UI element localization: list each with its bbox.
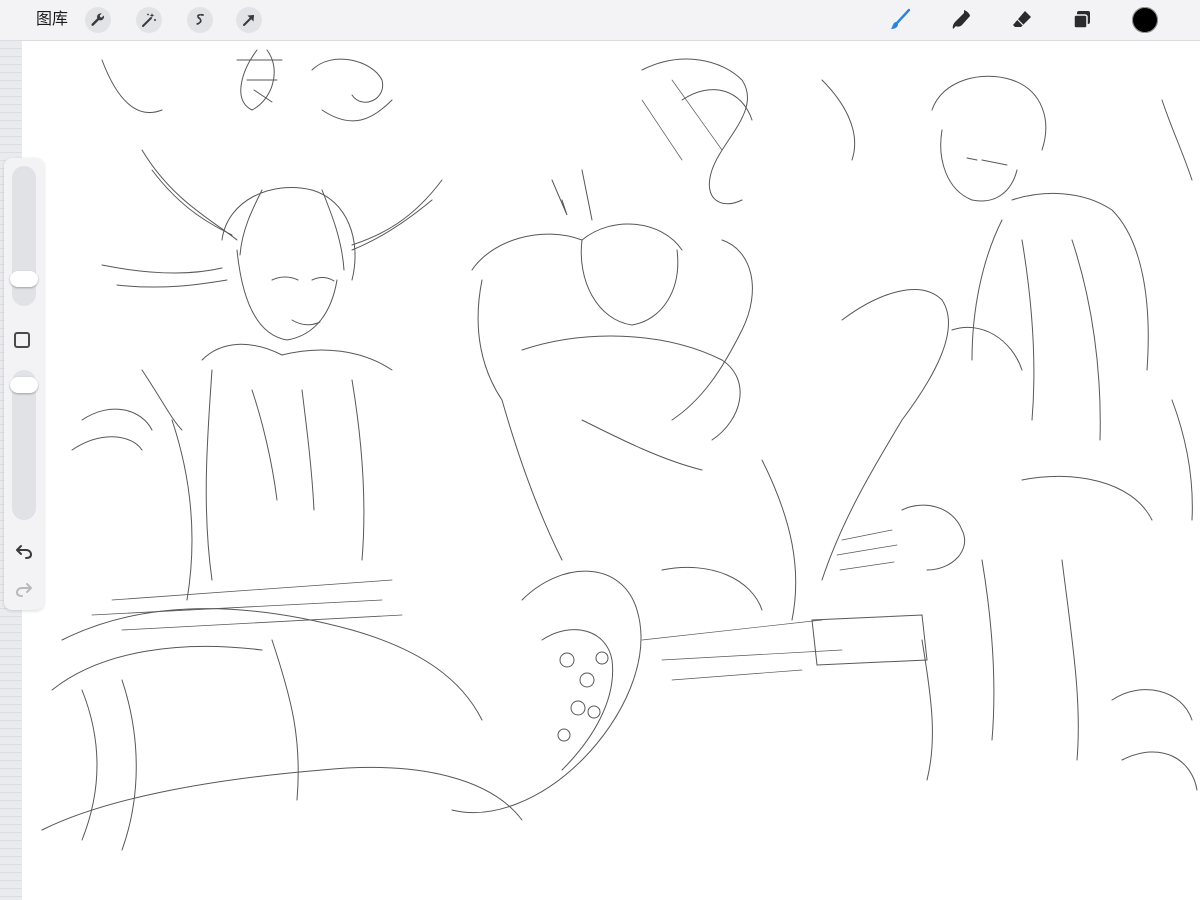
opacity-slider-knob[interactable] — [10, 377, 38, 393]
actions-wrench-icon[interactable] — [85, 7, 111, 33]
brush-size-slider[interactable] — [10, 166, 38, 306]
eraser-icon[interactable] — [1008, 6, 1036, 34]
transform-arrow-icon[interactable] — [236, 7, 262, 33]
layers-icon[interactable] — [1068, 6, 1096, 34]
sketch-artwork — [41, 49, 1198, 851]
color-picker-swatch[interactable] — [1132, 7, 1158, 33]
gallery-button[interactable]: 图库 — [36, 10, 68, 30]
drawing-canvas[interactable] — [22, 40, 1200, 900]
smudge-icon[interactable] — [947, 6, 975, 34]
adjustments-magic-icon[interactable] — [136, 7, 162, 33]
opacity-slider[interactable] — [10, 370, 38, 520]
sidebar-controls — [4, 158, 44, 610]
redo-button[interactable] — [13, 578, 35, 600]
brush-size-slider-knob[interactable] — [10, 271, 38, 287]
undo-arrow-icon — [16, 545, 33, 559]
redo-arrow-icon — [15, 583, 32, 597]
modify-button[interactable] — [14, 332, 30, 348]
undo-button[interactable] — [13, 540, 35, 562]
top-toolbar: 图库 — [0, 0, 1200, 41]
selection-icon[interactable] — [187, 7, 213, 33]
brush-icon[interactable] — [886, 6, 914, 34]
